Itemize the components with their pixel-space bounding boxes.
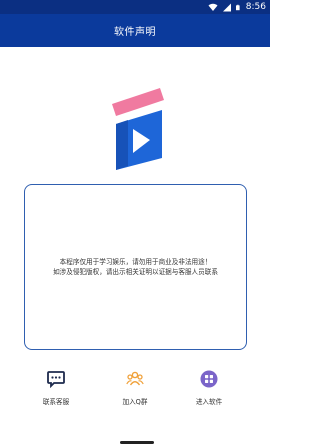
battery-icon: [235, 4, 240, 10]
home-indicator: [120, 441, 154, 444]
action-bar: 联系客服 加入Q群 进入软件: [0, 370, 270, 410]
wifi-icon: [208, 3, 218, 11]
contact-support-label: 联系客服: [42, 398, 70, 406]
contact-support-button[interactable]: 联系客服: [24, 370, 88, 410]
group-people-icon: [126, 371, 144, 386]
notice-line-2: 如涉及侵犯版权，请出示相关证明以证据与客服人员联系: [53, 268, 218, 276]
page-title: 软件声明: [114, 27, 156, 38]
notice-line-1: 本程序仅用于学习娱乐，请勿用于商业及非法用途！: [59, 258, 212, 266]
status-bar: 8:56: [0, 0, 270, 14]
video-play-logo-icon: [112, 88, 164, 170]
enter-app-button[interactable]: 进入软件: [177, 370, 241, 410]
apps-grid-icon: [200, 370, 218, 388]
app-bar: 软件声明: [0, 14, 270, 47]
signal-icon: [222, 3, 231, 11]
join-qq-group-label: 加入Q群: [122, 398, 148, 406]
join-qq-group-button[interactable]: 加入Q群: [103, 370, 167, 410]
chat-bubble-icon: [47, 371, 65, 388]
enter-app-label: 进入软件: [195, 398, 223, 406]
status-time: 8:56: [245, 2, 266, 12]
notice-box: 本程序仅用于学习娱乐，请勿用于商业及非法用途！ 如涉及侵犯版权，请出示相关证明以…: [24, 184, 247, 350]
